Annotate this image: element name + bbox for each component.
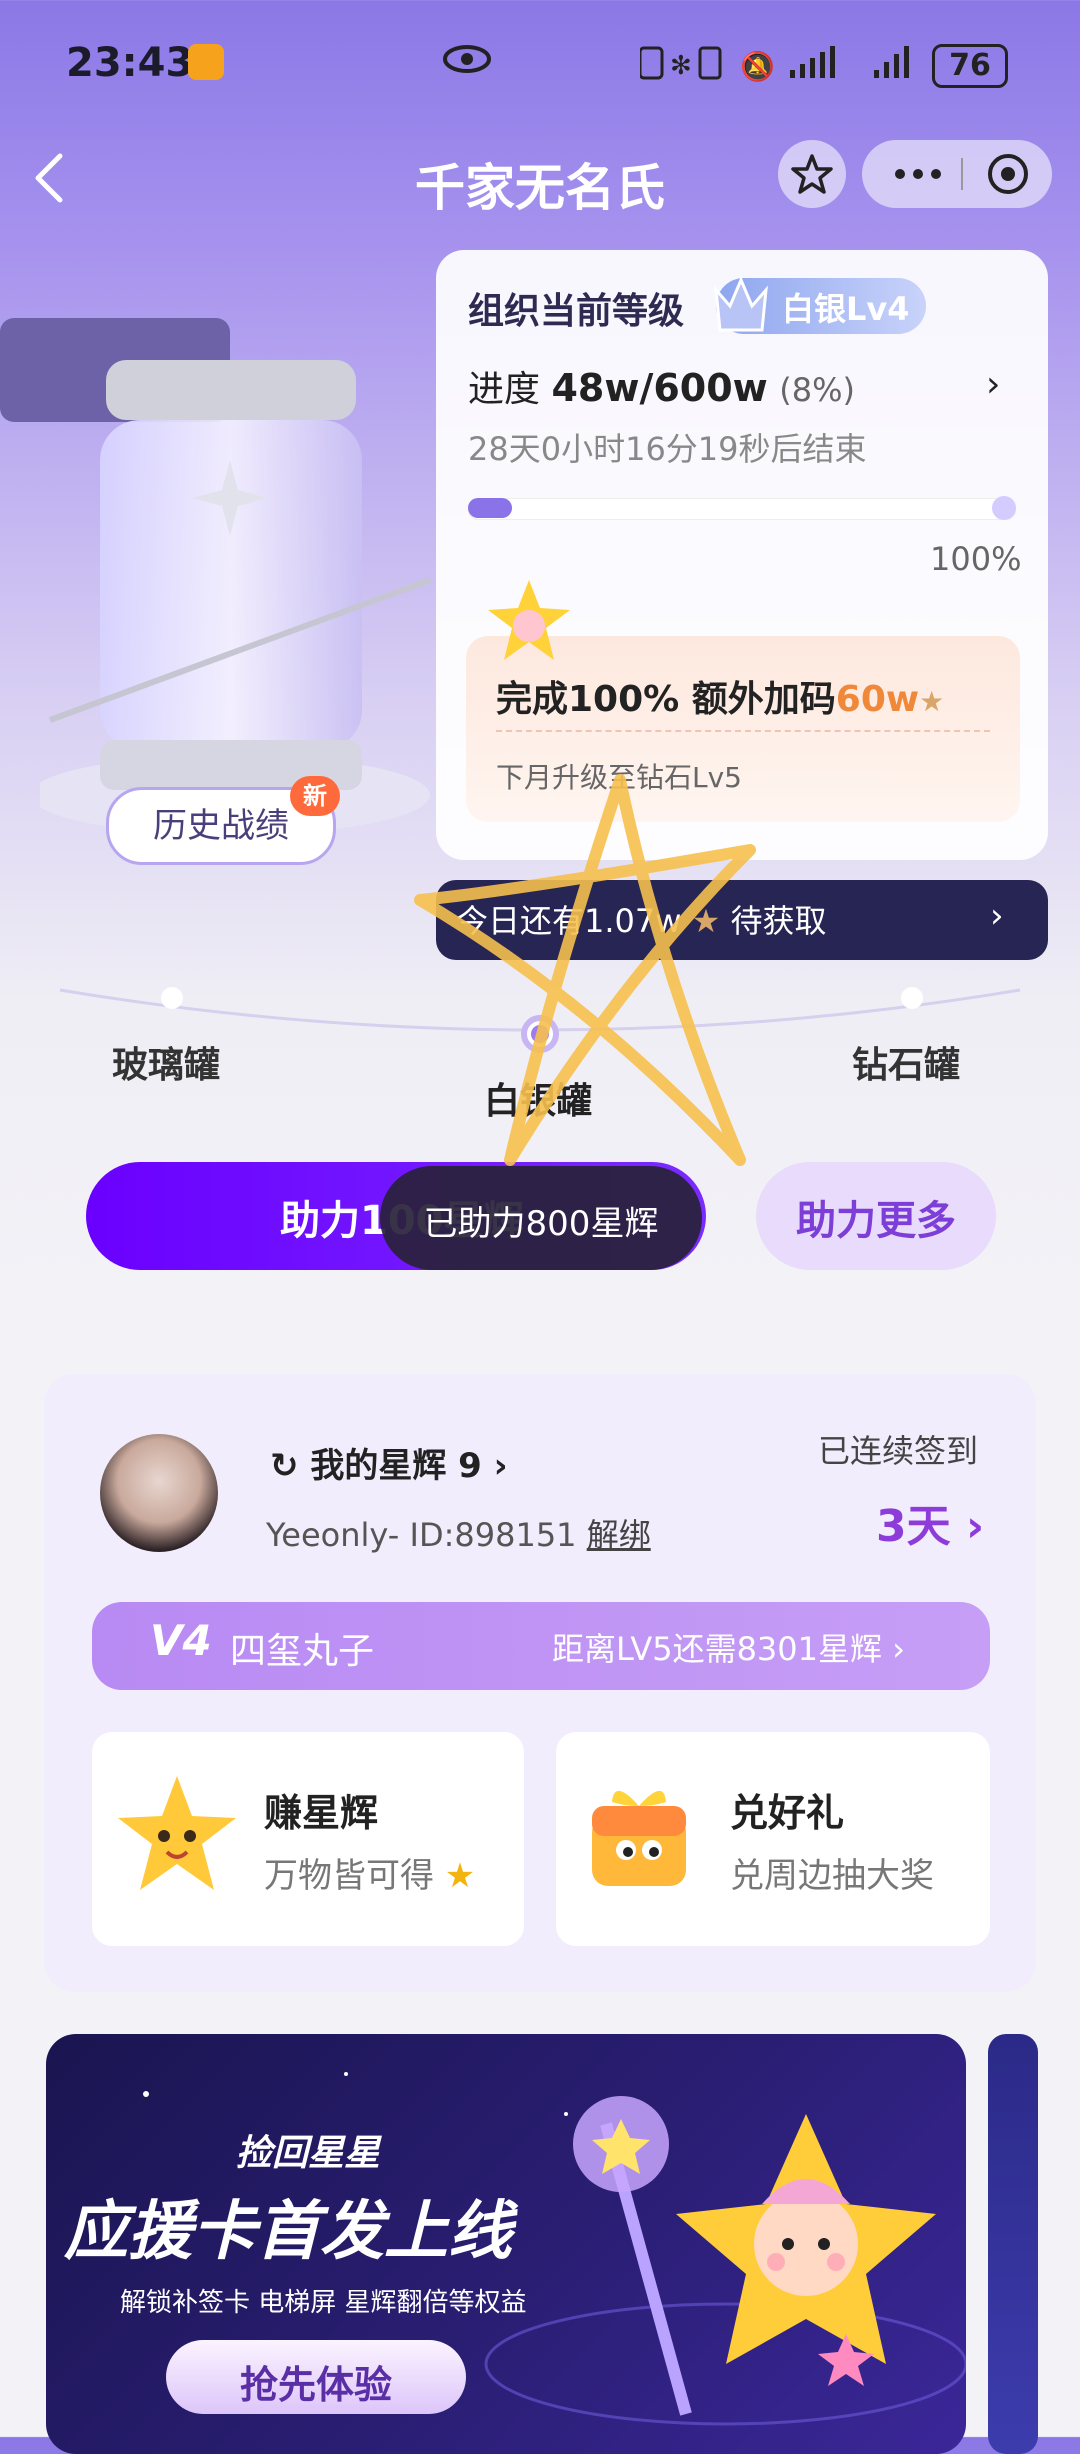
star-scribble-overlay [414,774,756,1166]
level-badge-label: 白银Lv4 [782,290,910,328]
signin-days-value: 3天 [876,1501,951,1552]
mini-program-capsule [862,140,1052,208]
banner-cta-label: 抢先体验 [239,2363,392,2407]
star-coin-icon: ★ [919,685,945,718]
earn-star-title: 赚星辉 [264,1791,379,1835]
signin-label: 已连续签到 [818,1432,979,1470]
silver-crown-icon [714,276,768,332]
star-outline-icon [791,154,833,194]
progress-row[interactable]: 进度 48w/600w (8%) [468,360,855,412]
jar-diamond-label[interactable]: 钻石罐 [852,1036,960,1088]
chevron-right-icon: › [481,1446,508,1486]
vip-next-level: 距离LV5还需8301星辉 › [552,1624,905,1670]
progress-label: 进度 [468,369,541,410]
my-star-label: 我的星辉 9 [310,1446,482,1486]
battery-indicator: 76 [932,44,1008,88]
chevron-right-icon[interactable]: › [986,364,1000,405]
assist-more-label: 助力更多 [796,1198,956,1244]
unbind-link[interactable]: 解绑 [587,1516,651,1554]
close-target-icon[interactable] [988,154,1028,194]
earn-star-tile[interactable]: 赚星辉 万物皆可得 ★ [92,1732,524,1946]
refresh-icon[interactable]: ↻ [270,1446,310,1486]
gift-box-icon [592,1790,686,1886]
redeem-gift-subtitle: 兑周边抽大奖 [730,1856,934,1896]
progress-bar-end-dot [992,496,1016,520]
more-dots-icon[interactable] [895,169,941,179]
divider [496,730,990,732]
bonus-amount: 60w [835,679,920,720]
avatar[interactable] [100,1434,218,1552]
bonus-prefix: 完成100% 额外加码 [496,679,836,720]
svg-text:🔕: 🔕 [740,50,775,83]
banner-description: 解锁补签卡 电梯屏 星辉翻倍等权益 [120,2288,527,2318]
jar-glass-label[interactable]: 玻璃罐 [112,1036,220,1088]
new-badge: 新 [290,776,340,816]
chevron-right-icon: › [882,1630,905,1668]
app-notification-icon [188,44,224,80]
status-time: 23:43 [66,40,194,86]
progress-bar-track [468,498,1016,520]
eye-icon [443,45,491,73]
glass-jar-illustration [40,360,432,835]
my-star-link[interactable]: ↻ 我的星辉 9 › [270,1438,508,1487]
banner-title: 应援卡首发上线 [64,2195,512,2269]
countdown-text: 28天0小时16分19秒后结束 [468,430,867,468]
vip-next-text: 距离LV5还需8301星辉 [552,1630,883,1668]
progress-end-label: 100% [930,540,1022,578]
progress-percent: (8%) [779,371,855,409]
earn-star-subtitle: 万物皆可得 ★ [264,1848,475,1897]
progress-value: 48w/600w [551,366,768,410]
redeem-gift-tile[interactable]: 兑好礼 兑周边抽大奖 [556,1732,990,1946]
star-coin-icon: ★ [434,1856,476,1896]
user-id-row: Yeeonly- ID:898151 解绑 [266,1510,651,1556]
signin-days[interactable]: 3天 › [876,1490,984,1554]
earn-star-sub-text: 万物皆可得 [264,1856,434,1896]
vip-level-badge: V4 [150,1616,212,1665]
star-mascot-icon [118,1776,236,1890]
svg-text:✻: ✻ [670,51,692,81]
toast-text: 已助力800星辉 [423,1204,659,1244]
progress-bar-fill [468,498,512,518]
vip-name: 四玺丸子 [230,1631,375,1672]
redeem-gift-title: 兑好礼 [730,1791,845,1835]
next-banner-peek[interactable] [988,2034,1038,2454]
chevron-right-icon: › [950,1501,985,1552]
user-id: Yeeonly- ID:898151 [266,1516,577,1554]
bonus-title: 完成100% 额外加码60w★ [496,670,944,722]
favorite-button[interactable] [778,140,846,208]
banner-subtitle: 捡回星星 [236,2133,381,2174]
level-title: 组织当前等级 [468,291,685,332]
star-mascot-icon [488,580,570,660]
